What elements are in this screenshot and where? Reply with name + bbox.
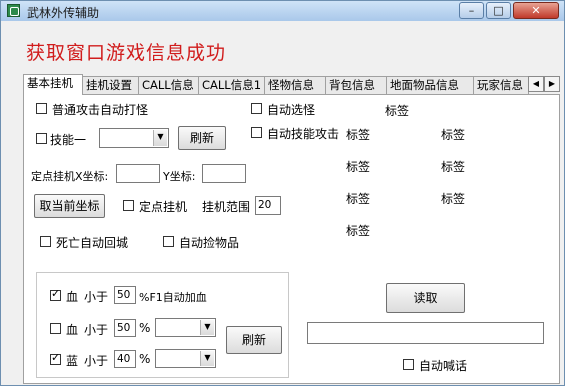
get-coord-button[interactable]: 取当前坐标 [34, 194, 105, 218]
fixed-x-field[interactable] [116, 164, 160, 183]
auto-pickup-checkbox[interactable] [163, 236, 174, 247]
hp1-label: 血 [66, 290, 79, 304]
tab-bag-info[interactable]: 背包信息 [325, 76, 387, 94]
tab-scroll-left-icon[interactable]: ◀ [528, 76, 544, 92]
shout-text-field[interactable] [307, 322, 544, 344]
mp-potion-select[interactable]: ▼ [155, 349, 216, 368]
minimize-button[interactable]: – [459, 2, 484, 19]
app-icon [7, 4, 20, 17]
auto-select-label: 自动选怪 [267, 103, 316, 117]
auto-attack-checkbox[interactable] [36, 103, 47, 114]
refresh-potions-button[interactable]: 刷新 [226, 326, 282, 354]
hp2-less-label: 小于 [84, 323, 109, 337]
mp-less-label: 小于 [84, 354, 109, 368]
info-label: 标签 [441, 128, 466, 142]
info-label: 标签 [346, 128, 371, 142]
info-label: 标签 [346, 192, 371, 206]
hp1-suffix-label: %F1自动加血 [139, 291, 207, 304]
skill1-checkbox[interactable] [36, 133, 47, 144]
tab-monster-info[interactable]: 怪物信息 [264, 76, 326, 94]
hp1-threshold-field[interactable]: 50 [114, 286, 136, 304]
hp2-potion-select[interactable]: ▼ [155, 318, 216, 337]
fixed-hang-checkbox[interactable] [123, 200, 134, 211]
title-bar[interactable]: 武林外传辅助 – □ ✕ [1, 1, 564, 21]
hp2-percent-label: % [139, 321, 151, 335]
auto-attack-label: 普通攻击自动打怪 [52, 103, 149, 117]
tab-player-info[interactable]: 玩家信息 [473, 76, 529, 94]
hp2-threshold-field[interactable]: 50 [114, 319, 136, 337]
info-label: 标签 [441, 192, 466, 206]
mp-checkbox[interactable] [50, 351, 61, 365]
fixed-y-field[interactable] [202, 164, 246, 183]
tab-call-info-1[interactable]: CALL信息1 [198, 76, 265, 94]
tab-hang-settings[interactable]: 挂机设置 [82, 76, 139, 94]
hp1-less-label: 小于 [84, 290, 109, 304]
info-label: 标签 [385, 104, 410, 118]
maximize-button[interactable]: □ [486, 2, 511, 19]
fixed-x-label: 定点挂机X坐标: [31, 170, 109, 183]
window-title: 武林外传辅助 [27, 6, 100, 20]
tab-ground-items[interactable]: 地面物品信息 [386, 76, 474, 94]
auto-skill-checkbox[interactable] [251, 127, 262, 138]
chevron-down-icon: ▼ [200, 351, 214, 366]
hp2-label: 血 [66, 323, 79, 337]
chevron-down-icon: ▼ [200, 320, 214, 335]
close-button[interactable]: ✕ [513, 2, 559, 19]
status-heading: 获取窗口游戏信息成功 [26, 42, 227, 64]
auto-select-checkbox[interactable] [251, 103, 262, 114]
range-field[interactable]: 20 [255, 196, 281, 215]
read-button[interactable]: 读取 [386, 283, 465, 313]
tab-scroll: ◀ ▶ [528, 76, 560, 92]
auto-shout-label: 自动喊话 [419, 359, 468, 373]
info-label: 标签 [346, 160, 371, 174]
tab-call-info[interactable]: CALL信息 [138, 76, 199, 94]
mp-threshold-field[interactable]: 40 [114, 350, 136, 368]
refresh-skills-button[interactable]: 刷新 [178, 126, 226, 150]
hp2-checkbox[interactable] [50, 323, 61, 334]
info-label: 标签 [441, 160, 466, 174]
auto-pickup-label: 自动捡物品 [179, 236, 240, 250]
skill1-select[interactable]: ▼ [99, 128, 169, 148]
fixed-y-label: Y坐标: [163, 170, 196, 183]
death-return-checkbox[interactable] [40, 236, 51, 247]
fixed-hang-label: 定点挂机 [139, 200, 188, 214]
hp1-checkbox[interactable] [50, 287, 61, 301]
auto-shout-checkbox[interactable] [403, 359, 414, 370]
death-return-label: 死亡自动回城 [56, 236, 129, 250]
info-label: 标签 [346, 224, 371, 238]
auto-skill-label: 自动技能攻击 [267, 127, 340, 141]
range-label: 挂机范围 [202, 200, 251, 214]
skill1-label: 技能一 [50, 133, 87, 147]
main-window: 武林外传辅助 – □ ✕ 获取窗口游戏信息成功 基本挂机 挂机设置 CALL信息… [0, 0, 565, 386]
chevron-down-icon: ▼ [153, 130, 167, 146]
mp-percent-label: % [139, 352, 151, 366]
mp-label: 蓝 [66, 354, 79, 368]
tab-scroll-right-icon[interactable]: ▶ [544, 76, 560, 92]
tab-basic-hang[interactable]: 基本挂机 [23, 74, 83, 95]
